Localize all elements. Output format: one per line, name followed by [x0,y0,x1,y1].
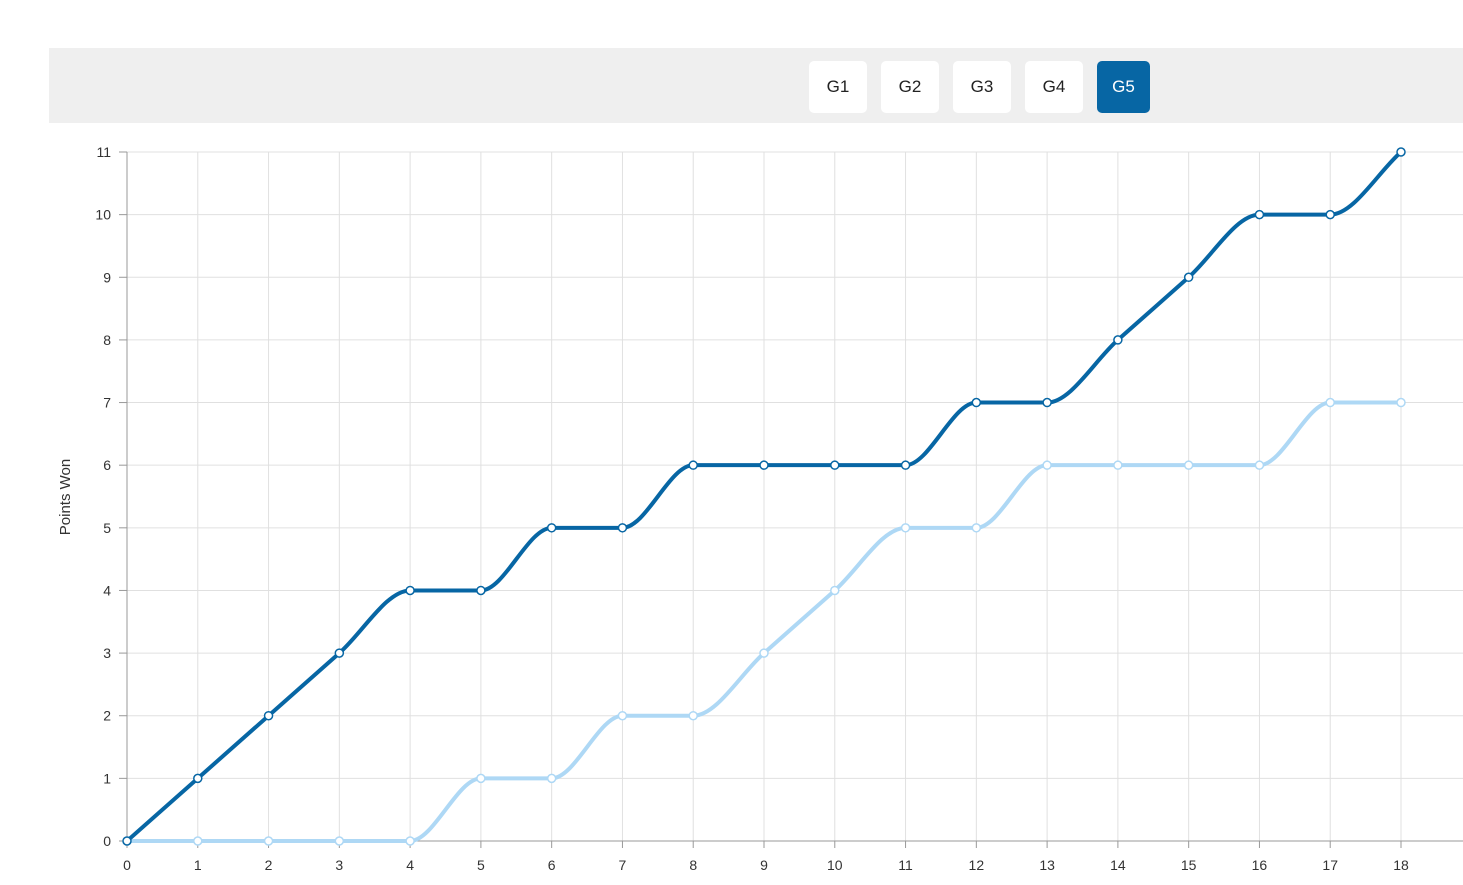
y-tick-label: 5 [103,520,111,536]
x-tick-label: 18 [1393,857,1409,873]
series-1-point [1042,397,1052,408]
y-tick-label: 10 [95,207,111,223]
series-1-point [546,523,557,533]
x-tick-label: 14 [1110,857,1126,873]
series-1-point [617,523,628,533]
series-2-point [900,523,911,533]
series-2-point [546,773,557,784]
y-tick-label: 7 [103,395,111,411]
x-tick-label: 4 [406,857,414,873]
series-2-point [759,648,769,658]
y-axis-label: Points Won [57,459,74,535]
series-1-point [193,773,203,784]
series-1-point [688,460,698,470]
series-1-point [1254,209,1265,220]
series-2-point [617,710,628,721]
series-2-point [1325,397,1335,408]
x-tick-label: 5 [477,857,485,873]
x-tick-label: 15 [1181,857,1197,873]
x-tick-label: 0 [123,857,131,873]
x-tick-label: 3 [335,857,343,873]
y-tick-label: 8 [103,332,111,348]
x-tick-label: 8 [689,857,697,873]
y-tick-label: 2 [103,708,111,724]
series-1-point [830,460,840,470]
x-tick-label: 13 [1039,857,1055,873]
x-tick-label: 9 [760,857,768,873]
series-2-point [263,836,274,846]
series-1-point [971,397,982,408]
points-chart: 012345678910110 1 2 3 4 5 6 7 8 9 10 11 12 13 14 15 16 17… [57,144,1463,873]
x-tick-label: 12 [969,857,985,873]
series-1-point [405,585,415,596]
series-2-point [1042,460,1052,470]
x-tick-label: 1 [194,857,202,873]
series-1-point [476,585,486,596]
series-2-point [334,836,345,846]
y-tick-label: 6 [103,457,111,473]
series-1-point [122,836,132,846]
x-tick-label: 17 [1322,857,1338,873]
y-tick-label: 9 [103,269,111,285]
series-2-point [971,523,982,533]
x-tick-label: 16 [1252,857,1268,873]
series-2-point [476,773,486,784]
x-tick-label: 7 [619,857,627,873]
series-1-point [334,648,345,658]
series-2-point [1254,460,1265,470]
y-tick-label: 11 [96,144,111,160]
series-2-point [1183,460,1194,470]
series-2-point [1113,460,1123,470]
x-tick-label: 10 [827,857,843,873]
y-tick-label: 3 [103,645,111,661]
y-tick-label: 0 [103,833,111,849]
x-tick-label: 2 [265,857,273,873]
series-1-point [1396,147,1406,157]
series-1-point [900,460,911,470]
y-tick-label: 1 [103,770,111,786]
series-2-point [1396,397,1406,408]
series-2-point [405,836,415,846]
series-1-point [759,460,769,470]
x-tick-label: 11 [898,857,913,873]
series-2-point [688,710,698,721]
series-2-point [830,585,840,596]
chart-axes: 012345678910110 1 2 3 4 5 6 7 8 9 10 11 12 13 14 15 16 17… [95,144,1463,873]
chart-grid [126,151,1463,842]
series-1-point [1325,209,1335,220]
series-1-point [1183,272,1194,283]
y-tick-label: 4 [103,582,111,598]
series-1-point [263,710,274,721]
series-1-point [1113,335,1123,345]
series-2-point [193,836,203,846]
x-tick-label: 6 [548,857,556,873]
